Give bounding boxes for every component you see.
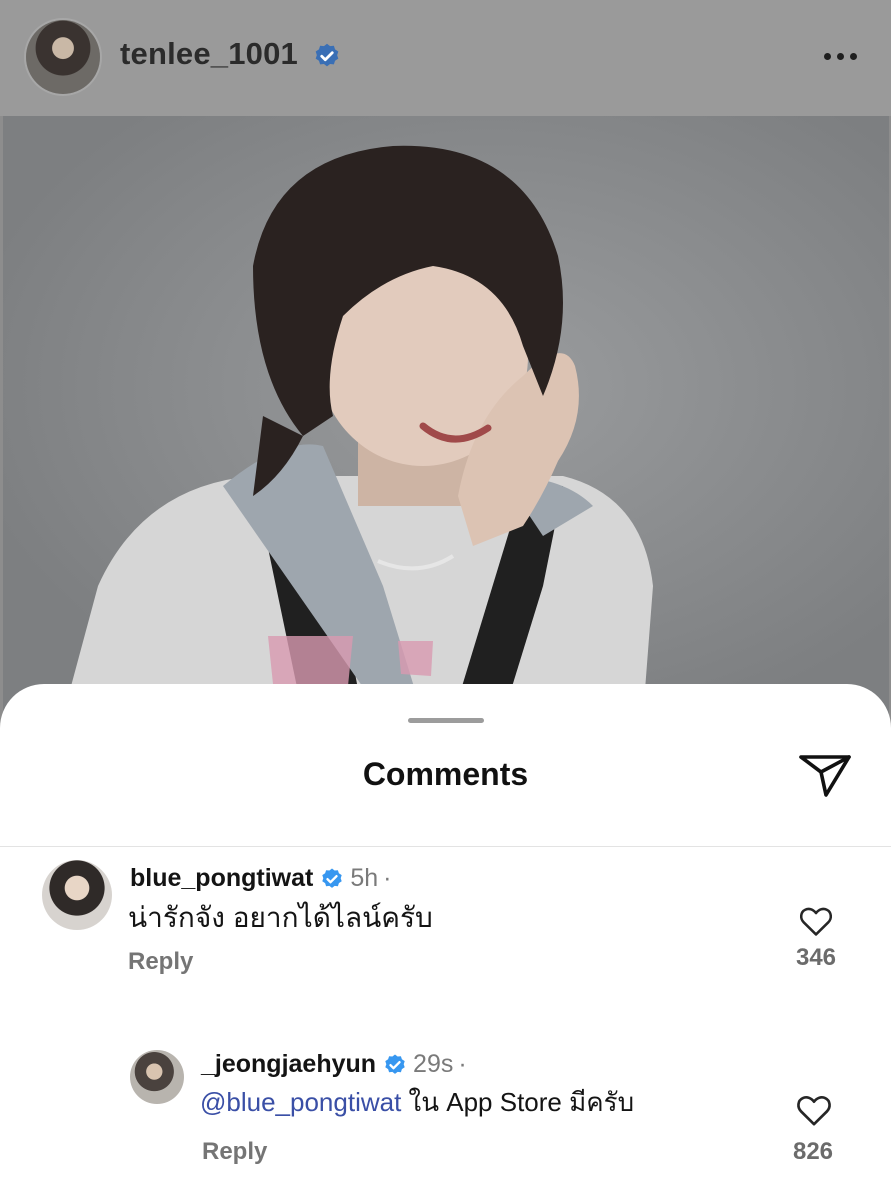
like-count: 346 <box>795 944 837 971</box>
timestamp-separator: · <box>458 1050 467 1078</box>
comment-body: ใน App Store มีครับ <box>408 1087 635 1117</box>
like-count: 826 <box>792 1138 834 1165</box>
verified-badge-icon <box>315 43 339 67</box>
comment-timestamp: 29s <box>413 1050 454 1078</box>
sheet-drag-handle[interactable] <box>408 718 484 723</box>
author-avatar[interactable] <box>26 20 100 94</box>
commenter-avatar[interactable] <box>130 1050 184 1104</box>
comment-header: blue_pongtiwat 5h · <box>130 864 391 893</box>
commenter-avatar[interactable] <box>42 860 112 930</box>
more-options-icon[interactable] <box>824 44 864 68</box>
post-photo[interactable] <box>3 116 889 716</box>
commenter-username[interactable]: _jeongjaehyun <box>201 1050 376 1079</box>
sheet-title: Comments <box>362 756 529 792</box>
sheet-divider <box>0 846 891 847</box>
mention-link[interactable]: @blue_pongtiwat <box>200 1087 401 1117</box>
commenter-username[interactable]: blue_pongtiwat <box>130 864 313 893</box>
comment-item: blue_pongtiwat 5h · น่ารักจัง อยากได้ไลน… <box>0 856 891 1006</box>
paper-plane-icon[interactable] <box>796 748 854 800</box>
comment-text: @blue_pongtiwat ใน App Store มีครับ <box>200 1082 634 1123</box>
reply-button[interactable]: Reply <box>202 1138 267 1166</box>
verified-badge-icon <box>322 868 343 888</box>
photo-illustration <box>3 116 889 716</box>
verified-badge-icon <box>385 1054 405 1074</box>
comment-timestamp: 5h <box>350 864 379 892</box>
post-header: tenlee_1001 <box>0 0 891 116</box>
comment-reply-item: _jeongjaehyun 29s · @blue_pongtiwat ใน A… <box>0 1042 891 1200</box>
timestamp-separator: · <box>383 864 392 892</box>
comment-header: _jeongjaehyun 29s · <box>201 1050 467 1079</box>
author-username[interactable]: tenlee_1001 <box>120 36 298 72</box>
reply-button[interactable]: Reply <box>128 948 193 976</box>
comments-sheet: Comments blue_pongtiwat 5h · น่ารักจัง อ… <box>0 684 891 1200</box>
heart-icon[interactable] <box>797 902 835 940</box>
heart-icon[interactable] <box>794 1090 834 1130</box>
comment-text: น่ารักจัง อยากได้ไลน์ครับ <box>128 902 433 933</box>
